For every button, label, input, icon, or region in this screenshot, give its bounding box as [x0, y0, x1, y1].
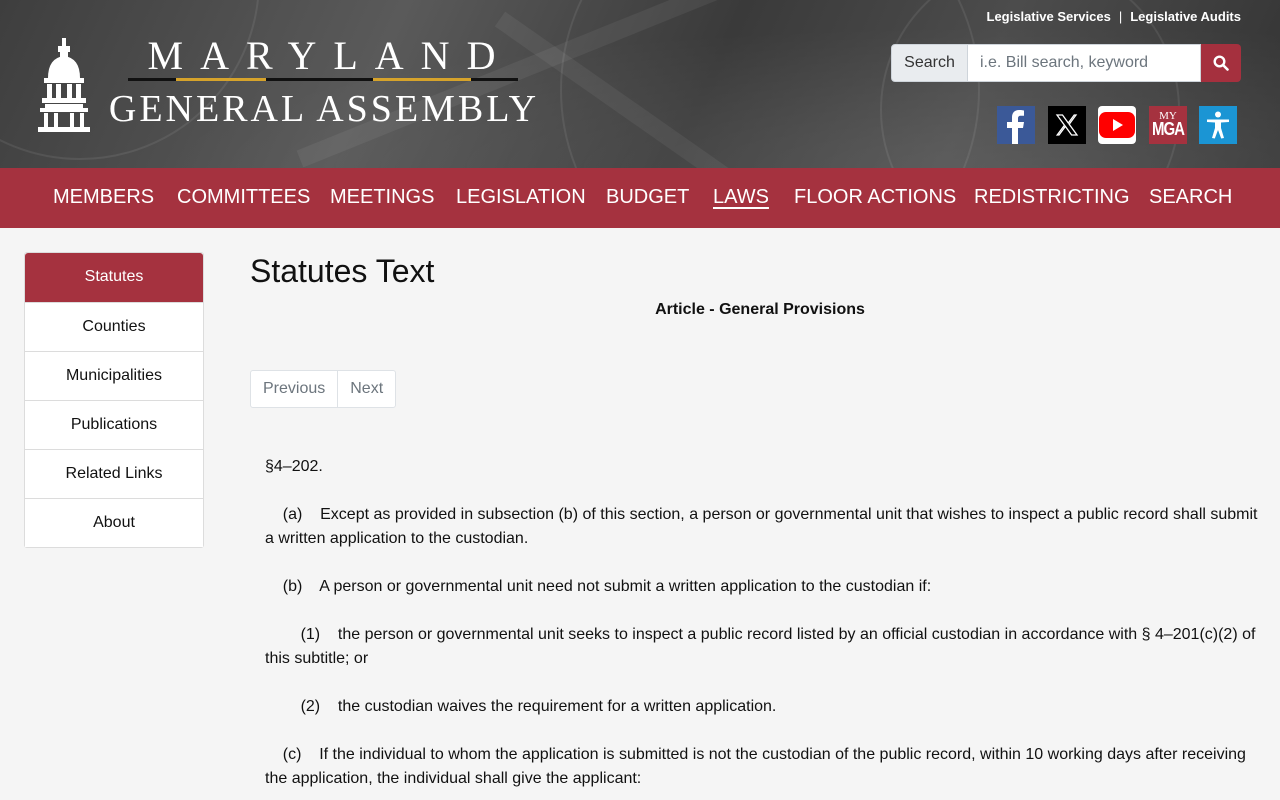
nav-committees[interactable]: COMMITTEES — [177, 168, 310, 228]
statute-paragraph: (1) the person or governmental unit seek… — [265, 626, 1260, 667]
nav-meetings[interactable]: MEETINGS — [330, 168, 434, 228]
state-house-dome-icon[interactable] — [38, 38, 90, 132]
nav-redistricting[interactable]: REDISTRICTING — [974, 168, 1130, 228]
facebook-icon[interactable] — [997, 106, 1035, 144]
nav-budget[interactable]: BUDGET — [606, 168, 689, 228]
main-nav: MEMBERS COMMITTEES MEETINGS LEGISLATION … — [0, 168, 1280, 228]
statute-paragraph: (2) the custodian waives the requirement… — [265, 698, 777, 715]
statute-pager: Previous Next — [250, 370, 397, 408]
statute-text: §4–202. (a) Except as provided in subsec… — [265, 455, 1265, 800]
logo-rule-gold-accent — [373, 78, 471, 81]
sidebar-item-municipalities[interactable]: Municipalities — [25, 351, 203, 400]
nav-legislation[interactable]: LEGISLATION — [456, 168, 586, 228]
top-links-separator: | — [1118, 9, 1123, 24]
youtube-icon[interactable] — [1098, 106, 1136, 144]
site-header: MARYLAND GENERAL ASSEMBLY Legislative Se… — [0, 0, 1280, 168]
accessibility-icon[interactable] — [1199, 106, 1237, 144]
previous-button[interactable]: Previous — [251, 371, 337, 407]
accessibility-glyph — [1207, 111, 1229, 139]
logo-maryland-text: MARYLAND — [147, 33, 513, 78]
logo-general-assembly-text[interactable]: GENERAL ASSEMBLY — [108, 86, 540, 132]
laws-sidebar: Statutes Counties Municipalities Publica… — [24, 252, 204, 548]
x-icon[interactable] — [1048, 106, 1086, 144]
nav-search[interactable]: SEARCH — [1149, 168, 1232, 228]
my-mga-icon[interactable]: MY MGA — [1149, 106, 1187, 144]
logo-wordmark-top[interactable]: MARYLAND — [128, 34, 518, 80]
next-button[interactable]: Next — [337, 371, 395, 407]
logo-rule-gold-accent — [176, 78, 266, 81]
nav-floor-actions[interactable]: FLOOR ACTIONS — [794, 168, 956, 228]
search-input[interactable] — [968, 44, 1201, 82]
sidebar-item-about[interactable]: About — [25, 498, 203, 547]
logo-rule — [128, 78, 518, 81]
article-heading: Article - General Provisions — [655, 301, 865, 318]
statute-paragraph: (a) Except as provided in subsection (b)… — [265, 506, 1262, 547]
x-glyph — [1055, 114, 1079, 136]
my-mga-bottom-text: MGA — [1152, 119, 1185, 140]
sidebar-item-statutes[interactable]: Statutes — [25, 253, 203, 302]
sidebar-item-counties[interactable]: Counties — [25, 302, 203, 351]
site-search: Search — [891, 44, 1241, 82]
youtube-glyph — [1099, 112, 1135, 138]
section-number: §4–202. — [265, 458, 323, 475]
facebook-glyph — [1007, 110, 1024, 144]
legislative-services-link[interactable]: Legislative Services — [987, 9, 1111, 24]
legislative-audits-link[interactable]: Legislative Audits — [1130, 9, 1241, 24]
sidebar-item-related-links[interactable]: Related Links — [25, 449, 203, 498]
search-button[interactable] — [1201, 44, 1241, 82]
nav-laws[interactable]: LAWS — [713, 168, 769, 228]
statute-paragraph: (b) A person or governmental unit need n… — [265, 578, 932, 595]
statute-paragraph: (c) If the individual to whom the applic… — [265, 746, 1251, 787]
search-label: Search — [891, 44, 968, 82]
top-links: Legislative Services | Legislative Audits — [987, 9, 1241, 24]
sidebar-item-publications[interactable]: Publications — [25, 400, 203, 449]
page-title: Statutes Text — [250, 253, 435, 289]
nav-members[interactable]: MEMBERS — [53, 168, 154, 228]
search-icon — [1213, 55, 1229, 71]
